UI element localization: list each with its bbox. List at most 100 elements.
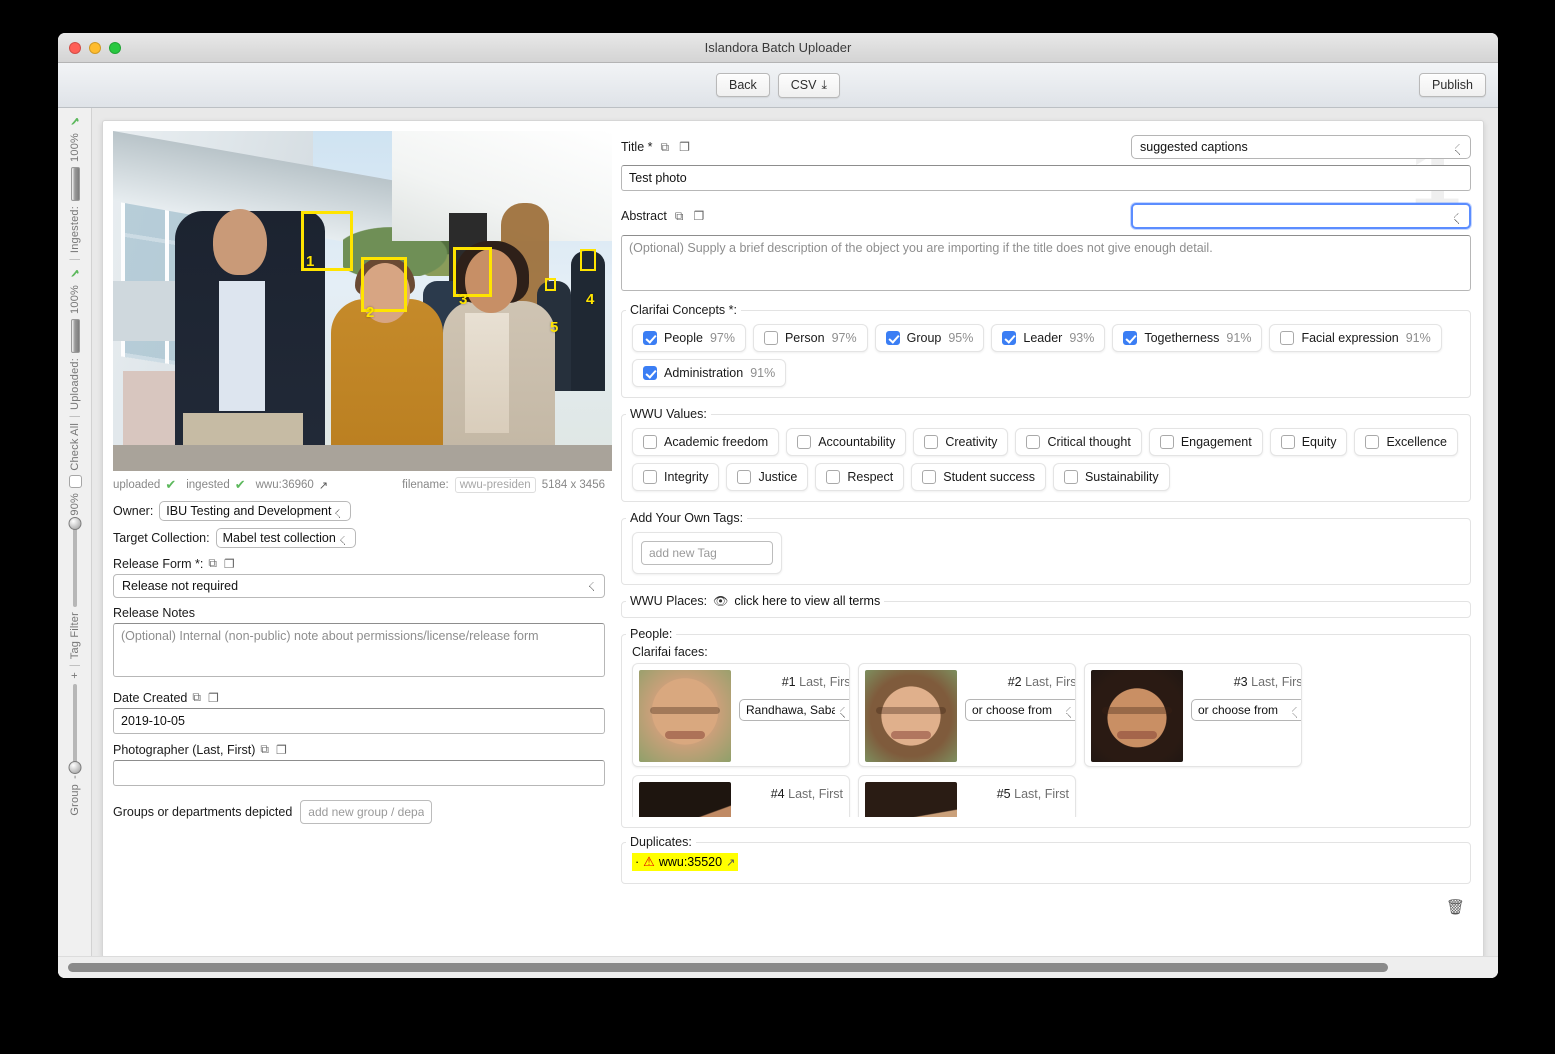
- trash-icon[interactable]: 🗑: [1446, 898, 1465, 916]
- owner-select[interactable]: IBU Testing and Development: [159, 501, 352, 521]
- checkbox-icon[interactable]: [826, 470, 841, 484]
- concept-chip-administration[interactable]: Administration 91%: [632, 359, 787, 387]
- value-chip-engagement[interactable]: Engagement: [1148, 428, 1263, 456]
- face-card-5[interactable]: #5 Last, First: [858, 775, 1076, 817]
- duplicate-pid[interactable]: wwu:35520: [659, 855, 722, 869]
- copy-all-icon[interactable]: ❐: [693, 209, 706, 223]
- checkbox-icon[interactable]: [737, 470, 752, 484]
- copy-all-icon[interactable]: ❐: [224, 557, 237, 571]
- checkbox-icon[interactable]: [1063, 470, 1078, 484]
- checkbox-icon[interactable]: [924, 435, 939, 449]
- tag-filter-slider[interactable]: [68, 516, 82, 607]
- value-chip-justice[interactable]: Justice: [726, 463, 809, 491]
- copy-down-icon[interactable]: ⧉: [675, 209, 686, 224]
- copy-down-icon[interactable]: ⧉: [260, 742, 271, 757]
- tag-filter-percent: 90%: [69, 493, 81, 516]
- abstract-group: Abstract ⧉ ❐: [621, 203, 1471, 296]
- release-notes-textarea[interactable]: [113, 623, 605, 677]
- publish-button[interactable]: Publish: [1419, 73, 1486, 97]
- pid-link[interactable]: wwu:36960 ↗: [256, 479, 328, 492]
- horizontal-scrollbar[interactable]: [58, 956, 1498, 978]
- external-link-icon[interactable]: ↗: [319, 479, 328, 492]
- group-slider-knob[interactable]: [68, 760, 82, 774]
- title-label-row: Title * ⧉ ❐ suggested captions: [621, 135, 1471, 159]
- value-chip-critical-thought[interactable]: Critical thought: [1015, 428, 1142, 456]
- checkbox-icon[interactable]: [797, 435, 812, 449]
- value-chip-student-success[interactable]: Student success: [911, 463, 1046, 491]
- face-person-select-1[interactable]: Randhawa, Saba: [739, 699, 849, 721]
- face-card-1[interactable]: #1 Last, First Randhawa, Saba: [632, 663, 850, 767]
- copy-all-icon[interactable]: ❐: [276, 743, 289, 757]
- view-all-terms-link[interactable]: click here to view all terms: [734, 594, 880, 608]
- face-box-4[interactable]: [580, 249, 596, 271]
- concept-chip-leader[interactable]: Leader 93%: [991, 324, 1106, 352]
- face-box-3[interactable]: [453, 247, 492, 297]
- back-button[interactable]: Back: [715, 73, 770, 97]
- check-all-checkbox[interactable]: [68, 475, 82, 489]
- horizontal-scrollbar-thumb[interactable]: [68, 963, 1388, 972]
- checkbox-icon[interactable]: [1026, 435, 1041, 449]
- value-chip-sustainability[interactable]: Sustainability: [1052, 463, 1170, 491]
- concept-chip-facial-expression[interactable]: Facial expression 91%: [1269, 324, 1442, 352]
- value-chip-integrity[interactable]: Integrity: [632, 463, 720, 491]
- face-name-1: Last, First: [799, 675, 850, 689]
- title-input[interactable]: [621, 165, 1471, 191]
- value-chip-academic-freedom[interactable]: Academic freedom: [632, 428, 780, 456]
- checkbox-icon[interactable]: [643, 470, 657, 484]
- value-chip-excellence[interactable]: Excellence: [1354, 428, 1458, 456]
- checkbox-icon[interactable]: [763, 331, 778, 345]
- checkbox-icon[interactable]: [1002, 331, 1017, 345]
- face-card-2[interactable]: #2 Last, First or choose from: [858, 663, 1076, 767]
- checkbox-icon[interactable]: [1123, 331, 1138, 345]
- face-box-5[interactable]: [545, 278, 556, 291]
- checkbox-icon[interactable]: [643, 366, 657, 380]
- checkbox-icon[interactable]: [1280, 331, 1295, 345]
- suggested-captions-select[interactable]: suggested captions: [1131, 135, 1471, 159]
- abstract-textarea[interactable]: [621, 235, 1471, 291]
- face-card-4[interactable]: #4 Last, First: [632, 775, 850, 817]
- group-minus-label[interactable]: -: [69, 775, 81, 779]
- concept-chip-togetherness[interactable]: Togetherness 91%: [1112, 324, 1263, 352]
- group-slider[interactable]: [68, 683, 82, 774]
- target-collection-select[interactable]: Mabel test collection: [215, 528, 356, 548]
- checkbox-icon[interactable]: [1365, 435, 1380, 449]
- date-created-input[interactable]: [113, 708, 605, 734]
- add-tag-input[interactable]: [641, 541, 773, 565]
- copy-down-icon[interactable]: ⧉: [661, 140, 672, 155]
- value-chip-accountability[interactable]: Accountability: [786, 428, 907, 456]
- checkbox-icon[interactable]: [1280, 435, 1295, 449]
- concept-chip-people[interactable]: People 97%: [632, 324, 746, 352]
- checkbox-icon[interactable]: [885, 331, 900, 345]
- checkbox-icon[interactable]: [643, 435, 657, 449]
- group-plus-label[interactable]: +: [69, 672, 81, 679]
- copy-all-icon[interactable]: ❐: [208, 691, 221, 705]
- face-person-select-3[interactable]: or choose from: [1191, 699, 1301, 721]
- value-chip-equity[interactable]: Equity: [1269, 428, 1348, 456]
- external-link-icon[interactable]: ↗: [726, 856, 735, 869]
- duplicate-highlight[interactable]: · ⚠ wwu:35520 ↗: [632, 853, 739, 871]
- face-card-3[interactable]: #3 Last, First or choose from: [1084, 663, 1302, 767]
- copy-down-icon[interactable]: ⧉: [192, 690, 203, 705]
- abstract-suggestions-select[interactable]: [1131, 203, 1471, 229]
- copy-down-icon[interactable]: ⧉: [208, 556, 219, 571]
- face-person-select-2[interactable]: or choose from: [965, 699, 1075, 721]
- value-chip-respect[interactable]: Respect: [815, 463, 905, 491]
- checkbox-icon[interactable]: [1159, 435, 1174, 449]
- tag-filter-slider-knob[interactable]: [68, 516, 82, 530]
- eye-icon[interactable]: 👁: [713, 594, 728, 608]
- value-label: Justice: [758, 470, 798, 484]
- checkbox-icon[interactable]: [643, 331, 657, 345]
- title-label: Title *: [621, 140, 653, 154]
- concept-chip-group[interactable]: Group 95%: [874, 324, 985, 352]
- value-chip-creativity[interactable]: Creativity: [913, 428, 1009, 456]
- checkbox-icon[interactable]: [922, 470, 937, 484]
- wwu-values-list: Academic freedom Accountability Creativi…: [632, 428, 1460, 491]
- concept-chip-person[interactable]: Person 97%: [752, 324, 868, 352]
- photographer-input[interactable]: [113, 760, 605, 786]
- csv-button[interactable]: CSV ⤓: [777, 72, 841, 98]
- photo-preview[interactable]: 1 2 3 4 5: [113, 131, 612, 471]
- filename-value[interactable]: wwu-presiden: [454, 477, 536, 493]
- release-form-select[interactable]: Release not required: [113, 574, 605, 598]
- groups-depicted-input[interactable]: [300, 800, 433, 824]
- copy-all-icon[interactable]: ❐: [679, 140, 692, 154]
